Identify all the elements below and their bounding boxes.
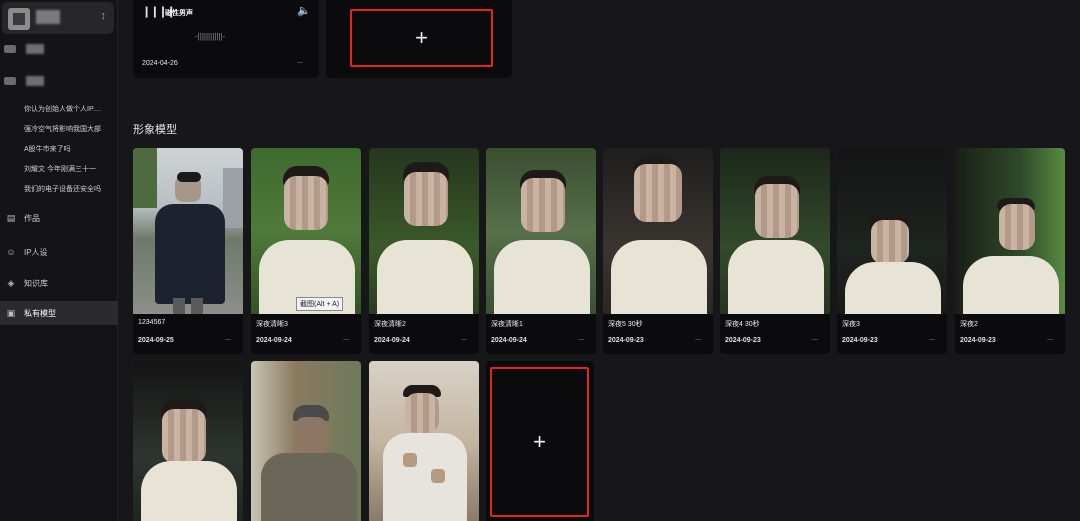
model-card[interactable]	[133, 361, 243, 521]
model-card[interactable]: 深夜2 2024-09-23 ...	[955, 148, 1065, 354]
switch-account-icon[interactable]: ↕	[101, 10, 107, 22]
model-name: 深夜清晰2	[374, 321, 406, 328]
more-options-button[interactable]: ...	[695, 335, 701, 342]
model-date: 2024-09-23	[725, 337, 761, 344]
add-model-card[interactable]: +	[486, 361, 594, 521]
model-thumbnail	[133, 148, 243, 314]
more-options-button[interactable]: ...	[343, 335, 349, 342]
more-options-button[interactable]: ...	[812, 335, 818, 342]
model-thumbnail	[955, 148, 1065, 314]
model-card[interactable]: 1234567 2024-09-25 ...	[133, 148, 243, 354]
private-model-icon: ▣	[6, 307, 16, 318]
works-icon: ▤	[6, 212, 16, 223]
model-card[interactable]: 深夜5 30秒 2024-09-23 ...	[603, 148, 713, 354]
model-name: 深夜5 30秒	[608, 321, 643, 328]
avatar	[8, 8, 30, 30]
sidebar-item-redacted-2[interactable]	[4, 76, 44, 86]
model-thumbnail	[251, 148, 361, 314]
sidebar: ↕ 你认为创始人做个人IP… 强冷空气将影响我国大部 A股牛市来了吗 刘耀文 今…	[0, 0, 118, 521]
sidebar-item-label: 知识库	[24, 278, 48, 288]
plus-icon: +	[415, 25, 428, 50]
model-thumbnail	[720, 148, 830, 314]
topic-item[interactable]: 强冷空气将影响我国大部	[24, 124, 101, 134]
sidebar-item-label: 作品	[24, 213, 40, 223]
more-options-button[interactable]: ...	[1047, 335, 1053, 342]
model-thumbnail	[369, 361, 479, 521]
model-name: 深夜3	[842, 321, 860, 328]
model-thumbnail	[251, 361, 361, 521]
model-card[interactable]: 深夜清晰2 2024-09-24 ...	[369, 148, 479, 354]
model-thumbnail	[837, 148, 947, 314]
voice-date: 2024-04-26	[142, 60, 178, 67]
account-switcher[interactable]: ↕	[2, 2, 114, 34]
voice-name: 磁性男声	[165, 10, 193, 17]
model-date: 2024-09-25	[138, 337, 174, 344]
model-card[interactable]: 深夜3 2024-09-23 ...	[837, 148, 947, 354]
model-card[interactable]	[369, 361, 479, 521]
model-name: 1234567	[138, 319, 166, 326]
more-options-button[interactable]: ...	[461, 335, 467, 342]
sidebar-item-ip-persona[interactable]: ☺ IP人设	[0, 240, 118, 264]
speaker-icon[interactable]: 🔈	[297, 4, 311, 17]
section-title: 形象模型	[133, 124, 177, 136]
model-date: 2024-09-24	[374, 337, 410, 344]
model-date: 2024-09-23	[608, 337, 644, 344]
more-options-button[interactable]: ...	[297, 58, 303, 65]
model-thumbnail	[486, 148, 596, 314]
add-voice-button[interactable]: +	[350, 9, 493, 67]
add-model-button[interactable]: +	[490, 367, 589, 517]
model-name: 深夜4 30秒	[725, 321, 760, 328]
topic-item[interactable]: 刘耀文 今年刚满三十一	[24, 164, 96, 174]
model-name: 深夜清晰1	[491, 321, 523, 328]
topic-item[interactable]: 你认为创始人做个人IP…	[24, 104, 101, 114]
knowledge-base-icon: ◈	[7, 277, 15, 288]
account-name-redacted	[36, 10, 60, 24]
model-date: 2024-09-23	[842, 337, 878, 344]
add-voice-card[interactable]: +	[326, 0, 512, 78]
more-options-button[interactable]: ...	[225, 335, 231, 342]
model-card[interactable]: 深夜清晰1 2024-09-24 ...	[486, 148, 596, 354]
model-date: 2024-09-24	[256, 337, 292, 344]
model-date: 2024-09-24	[491, 337, 527, 344]
redacted-icon	[4, 77, 16, 85]
more-options-button[interactable]: ...	[578, 335, 584, 342]
waveform-preview: -||||||||||||-	[195, 32, 226, 41]
redacted-label	[26, 44, 44, 54]
more-options-button[interactable]: ...	[929, 335, 935, 342]
model-card[interactable]: 深夜清晰3 2024-09-24 ...	[251, 148, 361, 354]
model-name: 深夜2	[960, 321, 978, 328]
sidebar-item-knowledge-base[interactable]: ◈ 知识库	[0, 271, 118, 295]
redacted-label	[26, 76, 44, 86]
ip-persona-icon: ☺	[6, 247, 16, 257]
sidebar-item-redacted-1[interactable]	[4, 44, 44, 54]
model-thumbnail	[133, 361, 243, 521]
model-thumbnail	[603, 148, 713, 314]
model-card[interactable]: 深夜4 30秒 2024-09-23 ...	[720, 148, 830, 354]
model-thumbnail	[369, 148, 479, 314]
redacted-icon	[4, 45, 16, 53]
sidebar-item-works[interactable]: ▤ 作品	[0, 206, 118, 230]
sidebar-item-label: IP人设	[24, 247, 48, 257]
model-name: 深夜清晰3	[256, 321, 288, 328]
model-card[interactable]	[251, 361, 361, 521]
plus-icon: +	[533, 429, 546, 454]
sidebar-item-label: 私有模型	[24, 308, 56, 318]
sidebar-item-private-model[interactable]: ▣ 私有模型	[0, 301, 118, 325]
topic-item[interactable]: A股牛市来了吗	[24, 144, 71, 154]
screenshot-tooltip: 截图(Alt + A)	[296, 297, 344, 311]
voice-model-card[interactable]: ❙❙❙❙ 磁性男声 🔈 -||||||||||||- 2024-04-26 ..…	[133, 0, 319, 78]
model-date: 2024-09-23	[960, 337, 996, 344]
topic-item[interactable]: 我们的电子设备还安全吗	[24, 184, 101, 194]
